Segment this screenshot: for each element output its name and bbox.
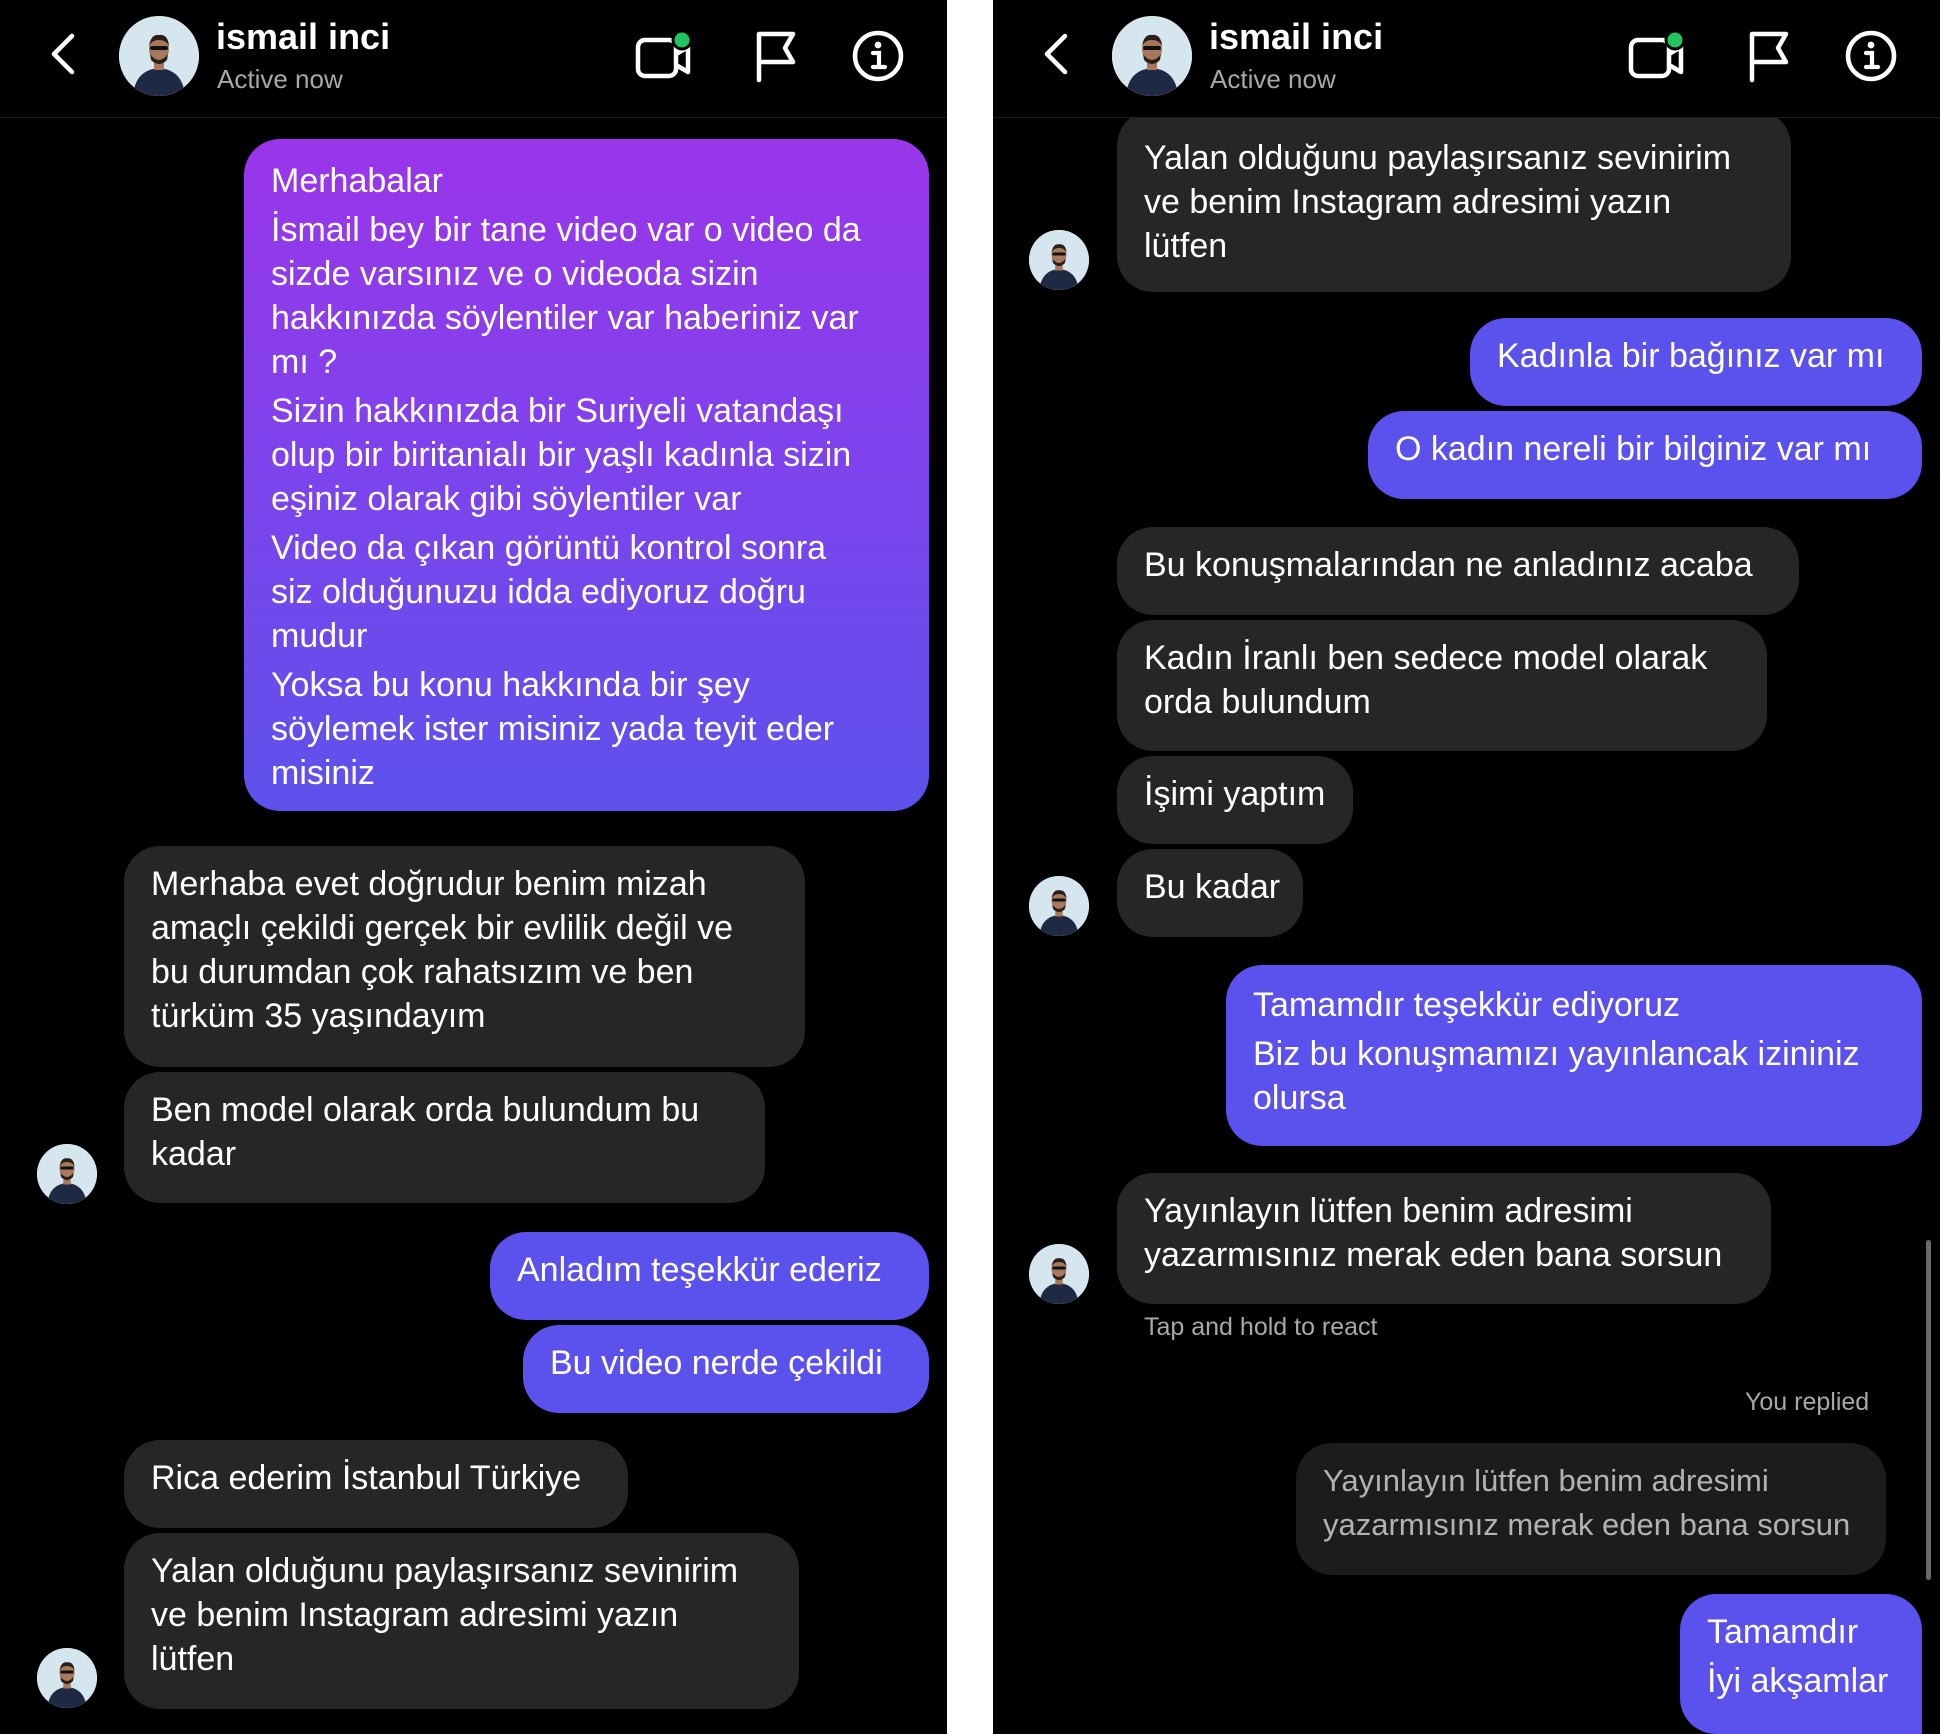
info-icon[interactable] <box>1841 28 1901 84</box>
message-line: amaçlı çekildi gerçek bir evlilik değil … <box>151 909 734 947</box>
message-line: O kadın nereli bir bilginiz var mı <box>1395 430 1872 468</box>
chat-header: ismail inci Active now <box>993 0 1940 118</box>
reply-quote[interactable]: Yayınlayın lütfen benim adresimi yazarmı… <box>1296 1443 1886 1575</box>
message-line: mudur <box>271 617 368 655</box>
avatar[interactable] <box>1029 876 1089 936</box>
message-line: Yalan olduğunu paylaşırsanız sevinirim <box>1144 139 1732 177</box>
message-line: Merhabalar <box>271 162 443 200</box>
chat-header: ismail inci Active now <box>0 0 947 118</box>
you-replied-label: You replied <box>1745 1388 1870 1416</box>
message-line: Kadınla bir bağınız var mı <box>1497 337 1885 375</box>
message-incoming[interactable]: Bu konuşmalarından ne anladınız acaba <box>1117 527 1799 615</box>
message-line: söylemek ister misiniz yada teyit eder <box>271 710 835 748</box>
chat-panel-left: ismail inci Active now Merhabalar İsmail… <box>0 0 947 1734</box>
message-line: sizde varsınız ve o videoda sizin <box>271 255 759 293</box>
message-line: Yalan olduğunu paylaşırsanız sevinirim <box>151 1552 739 1590</box>
message-line: Tamamdır teşekkür ediyoruz <box>1253 986 1681 1024</box>
chat-panel-right: Yalan olduğunu paylaşırsanız sevinirim v… <box>993 0 1940 1734</box>
message-line: Anladım teşekkür ederiz <box>517 1251 882 1289</box>
message-line: Yoksa bu konu hakkında bir şey <box>271 666 750 704</box>
avatar[interactable] <box>1029 1244 1089 1304</box>
message-outgoing[interactable]: Bu video nerde çekildi <box>523 1325 929 1413</box>
message-incoming[interactable]: Merhaba evet doğrudur benim mizah amaçlı… <box>124 846 805 1067</box>
avatar[interactable] <box>119 16 199 96</box>
scrollbar[interactable] <box>1926 1240 1931 1580</box>
message-outgoing[interactable]: Anladım teşekkür ederiz <box>490 1232 929 1320</box>
message-line: lütfen <box>1144 227 1228 265</box>
message-line: eşiniz olarak gibi söylentiler var <box>271 480 742 518</box>
message-line: ve benim Instagram adresimi yazın <box>151 1596 679 1634</box>
video-call-icon[interactable] <box>1627 28 1687 84</box>
flag-icon[interactable] <box>745 28 805 84</box>
message-line: Rica ederim İstanbul Türkiye <box>151 1459 582 1497</box>
contact-status: Active now <box>1210 64 1336 94</box>
message-line: misiniz <box>271 754 375 792</box>
message-line: bu durumdan çok rahatsızım ve ben <box>151 953 694 991</box>
message-line: ve benim Instagram adresimi yazın <box>1144 183 1672 221</box>
avatar[interactable] <box>1112 16 1192 96</box>
message-line: İşimi yaptım <box>1144 775 1326 813</box>
message-line: siz olduğunuzu idda ediyoruz doğru <box>271 573 806 611</box>
message-incoming[interactable]: İşimi yaptım <box>1117 756 1353 844</box>
avatar[interactable] <box>37 1648 97 1708</box>
contact-name[interactable]: ismail inci <box>1209 16 1383 58</box>
message-line: yazarmısınız merak eden bana sorsun <box>1144 1236 1723 1274</box>
message-line: Merhaba evet doğrudur benim mizah <box>151 865 707 903</box>
message-outgoing[interactable]: O kadın nereli bir bilginiz var mı <box>1368 411 1922 499</box>
avatar[interactable] <box>1029 230 1089 290</box>
message-incoming[interactable]: Yalan olduğunu paylaşırsanız sevinirim v… <box>124 1533 799 1709</box>
flag-icon[interactable] <box>1738 28 1798 84</box>
message-line: hakkınızda söylentiler var haberiniz var <box>271 299 859 337</box>
message-line: Yayınlayın lütfen benim adresimi <box>1323 1463 1769 1498</box>
contact-status: Active now <box>217 64 343 94</box>
message-outgoing[interactable]: Kadınla bir bağınız var mı <box>1470 318 1922 406</box>
message-incoming[interactable]: Ben model olarak orda bulundum bu kadar <box>124 1072 765 1203</box>
message-line: yazarmısınız merak eden bana sorsun <box>1323 1507 1851 1542</box>
message-line: İsmail bey bir tane video var o video da <box>271 211 861 249</box>
message-line: mı ? <box>271 343 338 381</box>
message-line: Sizin hakkınızda bir Suriyeli vatandaşı <box>271 392 844 430</box>
message-line: olup bir biritanialı bir yaşlı kadınla s… <box>271 436 852 474</box>
message-incoming[interactable]: Kadın İranlı ben sedece model olarak ord… <box>1117 620 1767 751</box>
message-incoming[interactable]: Yayınlayın lütfen benim adresimi yazarmı… <box>1117 1173 1771 1304</box>
message-outgoing[interactable]: Tamamdır teşekkür ediyoruz Biz bu konuşm… <box>1226 965 1922 1146</box>
message-line: Ben model olarak orda bulundum bu <box>151 1091 700 1129</box>
message-line: Biz bu konuşmamızı yayınlancak izininiz <box>1253 1035 1860 1073</box>
back-chevron-icon[interactable] <box>40 30 88 78</box>
message-line: İyi akşamlar <box>1707 1662 1889 1700</box>
message-line: Video da çıkan görüntü kontrol sonra <box>271 529 827 567</box>
video-call-icon[interactable] <box>634 28 694 84</box>
info-icon[interactable] <box>848 28 908 84</box>
message-incoming[interactable]: Rica ederim İstanbul Türkiye <box>124 1440 628 1528</box>
message-line: Kadın İranlı ben sedece model olarak <box>1144 639 1708 677</box>
message-line: Bu video nerde çekildi <box>550 1344 883 1382</box>
message-incoming[interactable]: Yalan olduğunu paylaşırsanız sevinirim v… <box>1117 110 1791 292</box>
message-line: orda bulundum <box>1144 683 1371 721</box>
message-line: Bu kadar <box>1144 868 1281 906</box>
message-line: kadar <box>151 1135 237 1173</box>
message-incoming[interactable]: Bu kadar <box>1117 849 1303 937</box>
message-line: Bu konuşmalarından ne anladınız acaba <box>1144 546 1753 584</box>
avatar[interactable] <box>37 1144 97 1204</box>
message-line: olursa <box>1253 1079 1346 1117</box>
message-line: lütfen <box>151 1640 235 1678</box>
back-chevron-icon[interactable] <box>1033 30 1081 78</box>
message-line: Tamamdır <box>1707 1613 1859 1651</box>
message-outgoing[interactable]: Tamamdır İyi akşamlar <box>1680 1594 1922 1734</box>
tap-hold-hint: Tap and hold to react <box>1144 1313 1378 1341</box>
message-outgoing[interactable]: Merhabalar İsmail bey bir tane video var… <box>244 139 929 811</box>
message-line: Yayınlayın lütfen benim adresimi <box>1144 1192 1633 1230</box>
contact-name[interactable]: ismail inci <box>216 16 390 58</box>
message-line: türküm 35 yaşındayım <box>151 997 486 1035</box>
